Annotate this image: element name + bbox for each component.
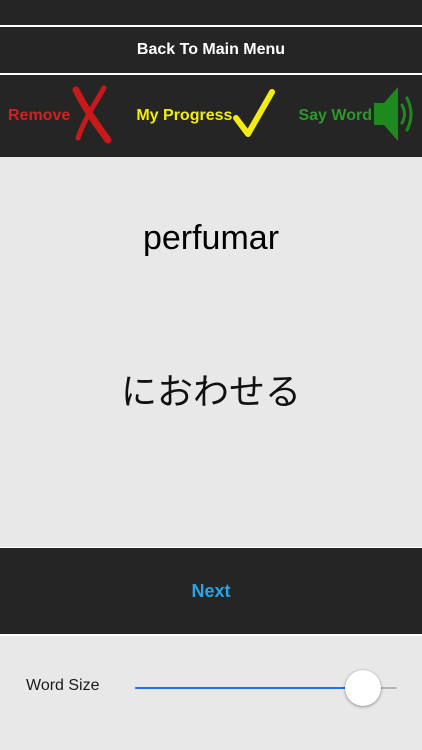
next-button[interactable]: Next [191, 581, 230, 602]
remove-label: Remove [8, 107, 71, 124]
slider-fill [135, 687, 364, 689]
back-to-main-menu-button[interactable]: Back To Main Menu [0, 27, 422, 75]
x-mark-icon [70, 84, 114, 149]
flashcard-word: perfumar [142, 219, 280, 257]
flashcard-translation: におわせる [120, 372, 301, 413]
my-progress-button[interactable]: My Progress [136, 84, 276, 149]
checkmark-icon [232, 84, 276, 149]
back-to-main-menu-label: Back To Main Menu [136, 41, 286, 58]
my-progress-label: My Progress [136, 107, 233, 124]
flashcard: perfumar におわせる [0, 157, 422, 547]
word-size-slider[interactable] [135, 670, 397, 706]
say-word-label: Say Word [298, 107, 372, 124]
remove-button[interactable]: Remove [8, 84, 114, 149]
word-size-label: Word Size [26, 677, 100, 694]
action-bar: Remove My Progress Say Word [0, 75, 422, 157]
next-bar: Next [0, 548, 422, 636]
slider-thumb[interactable] [345, 670, 382, 706]
speaker-icon [372, 83, 416, 150]
top-strip [0, 0, 422, 27]
say-word-button[interactable]: Say Word [298, 83, 416, 150]
word-size-panel: Word Size [0, 636, 422, 750]
